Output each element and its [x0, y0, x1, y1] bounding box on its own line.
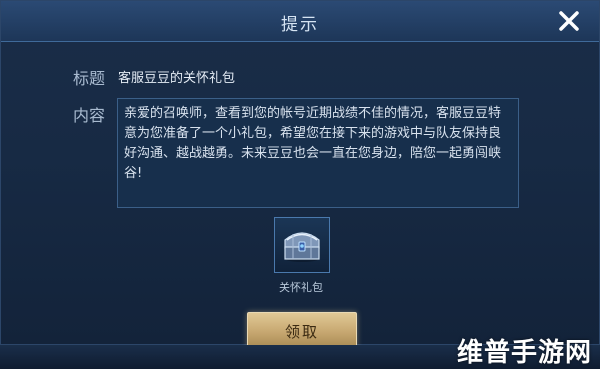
close-button[interactable] — [557, 9, 581, 33]
title-value: 客服豆豆的关怀礼包 — [118, 71, 236, 86]
treasure-chest-icon — [284, 232, 320, 262]
title-label: 标题 — [73, 69, 106, 88]
claim-button[interactable]: 领取 — [247, 312, 357, 348]
dialog-title: 提示 — [281, 15, 319, 35]
content-label: 内容 — [73, 106, 106, 125]
gift-item-slot[interactable] — [274, 217, 330, 273]
site-watermark: 维普手游网 — [456, 338, 592, 368]
dialog-header: 提示 — [1, 1, 599, 42]
gift-item-label: 关怀礼包 — [279, 281, 323, 294]
notice-dialog: 提示 标题 客服豆豆的关怀礼包 内容 亲爱的召唤师，查看到您的帐号近期战绩不佳的… — [0, 0, 600, 348]
game-screen: 提示 标题 客服豆豆的关怀礼包 内容 亲爱的召唤师，查看到您的帐号近期战绩不佳的… — [0, 0, 600, 369]
claim-button-label: 领取 — [284, 323, 319, 341]
content-text: 亲爱的召唤师，查看到您的帐号近期战绩不佳的情况，客服豆豆特意为您准备了一个小礼包… — [117, 98, 519, 208]
close-x-icon — [559, 11, 579, 31]
